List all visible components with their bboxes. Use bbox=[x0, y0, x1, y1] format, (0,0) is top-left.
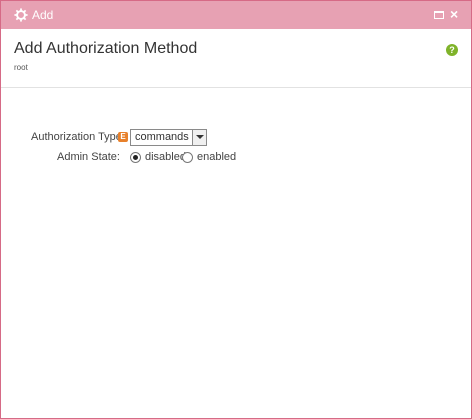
authorization-type-value: commands bbox=[135, 131, 189, 143]
header-divider bbox=[1, 87, 471, 88]
admin-state-label: Admin State: bbox=[57, 151, 120, 163]
window-title: Add bbox=[32, 8, 54, 22]
page-title: Add Authorization Method bbox=[14, 40, 198, 57]
page-subtitle: root bbox=[14, 63, 28, 72]
radio-enabled-label: enabled bbox=[197, 151, 237, 163]
close-icon[interactable]: × bbox=[450, 6, 458, 22]
chevron-down-icon[interactable] bbox=[192, 130, 206, 145]
radio-disabled-label: disabled bbox=[145, 151, 186, 163]
gear-icon bbox=[14, 8, 28, 22]
required-badge-icon: E bbox=[118, 132, 128, 142]
title-bar[interactable]: Add × bbox=[1, 1, 471, 29]
authorization-type-label: Authorization Type: bbox=[31, 131, 125, 143]
maximize-icon[interactable] bbox=[434, 11, 444, 19]
add-dialog: Add × Add Authorization Method root ? Au… bbox=[0, 0, 472, 419]
radio-enabled[interactable] bbox=[182, 152, 193, 163]
help-icon[interactable]: ? bbox=[446, 44, 458, 56]
authorization-type-select[interactable]: commands bbox=[130, 129, 207, 146]
radio-disabled[interactable] bbox=[130, 152, 141, 163]
